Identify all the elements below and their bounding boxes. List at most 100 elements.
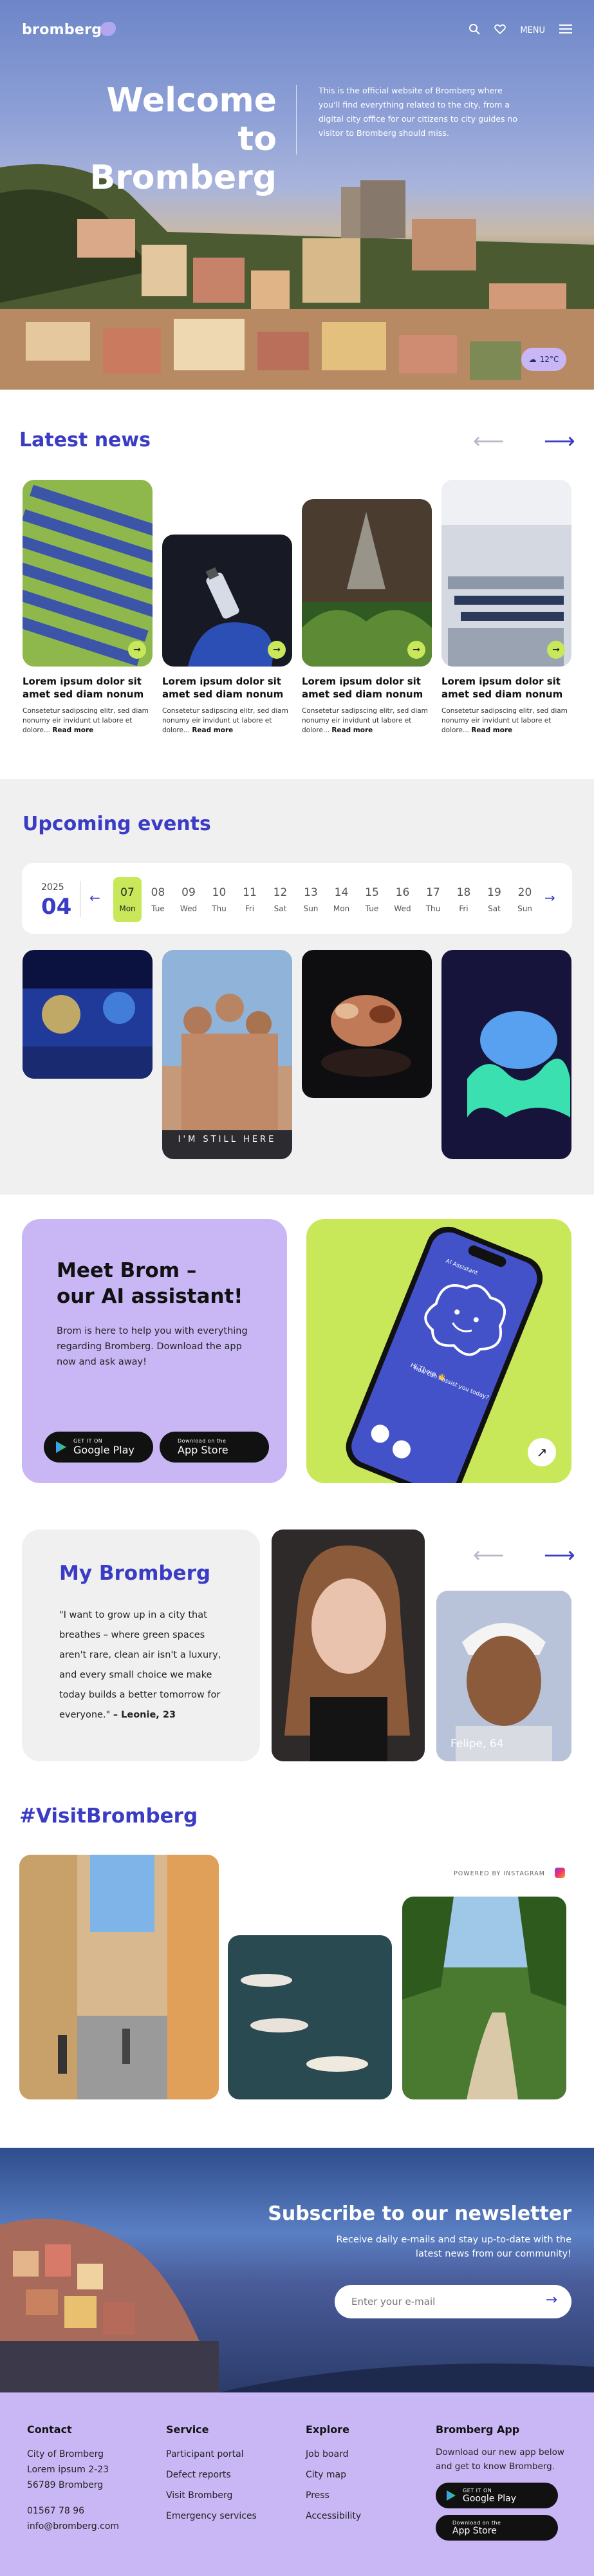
calendar-day-number: 17 <box>426 886 440 899</box>
open-arrow-icon[interactable]: ↗ <box>528 1438 556 1466</box>
contact-line: Lorem ipsum 2-23 <box>27 2465 109 2475</box>
email-input[interactable] <box>351 2294 525 2309</box>
calendar-day-number: 12 <box>273 886 288 899</box>
footer-link-visit-bromberg[interactable]: Visit Bromberg <box>166 2490 232 2501</box>
calendar-weekday: Tue <box>365 904 379 913</box>
calendar-day-17[interactable]: 17 Thu <box>419 877 447 922</box>
hero-intro-text: This is the official website of Bromberg… <box>319 86 518 138</box>
calendar-day-15[interactable]: 15 Tue <box>358 877 386 922</box>
event-image-3[interactable] <box>302 950 432 1098</box>
news-excerpt-1: Consetetur sadipscing elitr, sed diam no… <box>23 707 149 734</box>
calendar-day-11[interactable]: 11 Fri <box>236 877 264 922</box>
assistant-card: Meet Brom – our AI assistant! Brom is he… <box>22 1219 287 1483</box>
calendar-weekday: Mon <box>333 904 350 913</box>
heart-icon[interactable] <box>494 24 506 37</box>
submit-arrow-icon[interactable]: → <box>546 2292 557 2308</box>
event-image-1[interactable] <box>23 950 153 1079</box>
news-image-4[interactable] <box>441 480 571 667</box>
news-next-arrow-icon[interactable]: ⟶ <box>544 430 575 452</box>
news-title-3[interactable]: Lorem ipsum dolor sit amet sed diam nonu… <box>302 675 431 701</box>
contact-heading: Contact <box>27 2423 72 2436</box>
calendar-day-number: 09 <box>181 886 196 899</box>
news-title-1[interactable]: Lorem ipsum dolor sit amet sed diam nonu… <box>23 675 151 701</box>
event-image-4[interactable] <box>441 950 571 1159</box>
read-more-link[interactable]: Read more <box>471 726 512 734</box>
cloud-icon: ☁ <box>528 355 537 364</box>
instagram-icon[interactable] <box>555 1868 565 1878</box>
portrait-leonie[interactable] <box>272 1530 425 1761</box>
menu-label[interactable]: MENU <box>520 26 545 35</box>
calendar-day-13[interactable]: 13 Sun <box>297 877 325 922</box>
news-arrow-icon-1[interactable]: → <box>128 641 146 659</box>
service-heading: Service <box>166 2423 209 2436</box>
footer-link-city-map[interactable]: City map <box>306 2470 346 2480</box>
instagram-image-1[interactable] <box>19 1855 219 2099</box>
newsletter-text: Receive daily e-mails and stay up-to-dat… <box>336 2235 571 2259</box>
calendar-day-12[interactable]: 12 Sat <box>266 877 295 922</box>
contact-email[interactable]: info@bromberg.com <box>27 2521 119 2532</box>
hamburger-icon[interactable] <box>559 24 572 36</box>
contact-line: City of Bromberg <box>27 2449 104 2459</box>
portrait-felipe[interactable]: Felipe, 64 <box>436 1591 571 1761</box>
calendar-day-16[interactable]: 16 Wed <box>389 877 417 922</box>
powered-by-instagram: POWERED BY INSTAGRAM <box>454 1870 545 1877</box>
calendar-day-20[interactable]: 20 Sun <box>511 877 539 922</box>
calendar-day-08[interactable]: 08 Tue <box>144 877 172 922</box>
contact-line: 56789 Bromberg <box>27 2480 104 2490</box>
calendar-day-number: 10 <box>212 886 227 899</box>
stories-prev-arrow-icon[interactable]: ⟵ <box>473 1544 505 1566</box>
contact-phone[interactable]: 01567 78 96 <box>27 2506 84 2516</box>
calendar-day-number: 14 <box>334 886 349 899</box>
newsletter-heading: Subscribe to our newsletter <box>268 2202 571 2225</box>
google-play-icon <box>447 2490 456 2501</box>
footer-link-participant-portal[interactable]: Participant portal <box>166 2449 244 2459</box>
calendar-day-number: 20 <box>517 886 532 899</box>
footer-app-store-button[interactable]: Download on the App Store <box>436 2515 558 2541</box>
calendar-day-07[interactable]: 07 Mon <box>113 877 142 922</box>
hero-divider <box>296 85 297 155</box>
calendar-weekday: Sat <box>488 904 501 913</box>
calendar-day-number: 07 <box>120 886 135 899</box>
newsletter-section: Subscribe to our newsletter Receive dail… <box>0 2148 594 2392</box>
calendar-day-19[interactable]: 19 Sat <box>480 877 508 922</box>
read-more-link[interactable]: Read more <box>192 726 233 734</box>
event-image-2[interactable]: I'M STILL HERE <box>162 950 292 1159</box>
calendar-weekday: Thu <box>425 904 441 913</box>
site-logo[interactable]: bromberg <box>22 22 102 38</box>
news-title-4[interactable]: Lorem ipsum dolor sit amet sed diam nonu… <box>441 675 570 701</box>
calendar-day-09[interactable]: 09 Wed <box>174 877 203 922</box>
news-arrow-icon-3[interactable]: → <box>407 641 425 659</box>
news-title-2[interactable]: Lorem ipsum dolor sit amet sed diam nonu… <box>162 675 291 701</box>
news-prev-arrow-icon[interactable]: ⟵ <box>473 430 505 452</box>
quote-author: – Leonie, 23 <box>113 1710 176 1720</box>
calendar-day-number: 16 <box>395 886 410 899</box>
footer-link-accessibility[interactable]: Accessibility <box>306 2511 361 2521</box>
footer-link-job-board[interactable]: Job board <box>306 2449 348 2459</box>
calendar-weekday: Fri <box>459 904 469 913</box>
instagram-image-2[interactable] <box>228 1935 392 2099</box>
app-store-button[interactable]: Download on the App Store <box>160 1432 269 1463</box>
news-arrow-icon-4[interactable]: → <box>547 641 565 659</box>
calendar-next-icon[interactable]: → <box>544 890 555 905</box>
calendar-year: 2025 <box>41 882 64 893</box>
calendar-prev-icon[interactable]: ← <box>89 890 100 905</box>
google-play-icon <box>56 1441 66 1453</box>
assistant-text: Brom is here to help you with everything… <box>57 1326 248 1367</box>
footer-link-press[interactable]: Press <box>306 2490 329 2501</box>
google-play-button[interactable]: GET IT ON Google Play <box>44 1432 153 1463</box>
search-icon[interactable] <box>469 23 481 37</box>
footer-google-play-button[interactable]: GET IT ON Google Play <box>436 2483 558 2508</box>
instagram-image-3[interactable] <box>402 1897 566 2099</box>
read-more-link[interactable]: Read more <box>331 726 373 734</box>
footer-link-emergency-services[interactable]: Emergency services <box>166 2511 257 2521</box>
news-arrow-icon-2[interactable]: → <box>268 641 286 659</box>
read-more-link[interactable]: Read more <box>52 726 93 734</box>
news-image-1[interactable] <box>23 480 153 667</box>
calendar-day-14[interactable]: 14 Mon <box>328 877 356 922</box>
site-footer: Contact City of Bromberg Lorem ipsum 2-2… <box>0 2392 594 2576</box>
calendar-day-10[interactable]: 10 Thu <box>205 877 234 922</box>
stories-next-arrow-icon[interactable]: ⟶ <box>544 1544 575 1566</box>
footer-link-defect-reports[interactable]: Defect reports <box>166 2470 231 2480</box>
calendar-day-18[interactable]: 18 Fri <box>450 877 478 922</box>
my-bromberg-heading: My Bromberg <box>59 1562 211 1585</box>
